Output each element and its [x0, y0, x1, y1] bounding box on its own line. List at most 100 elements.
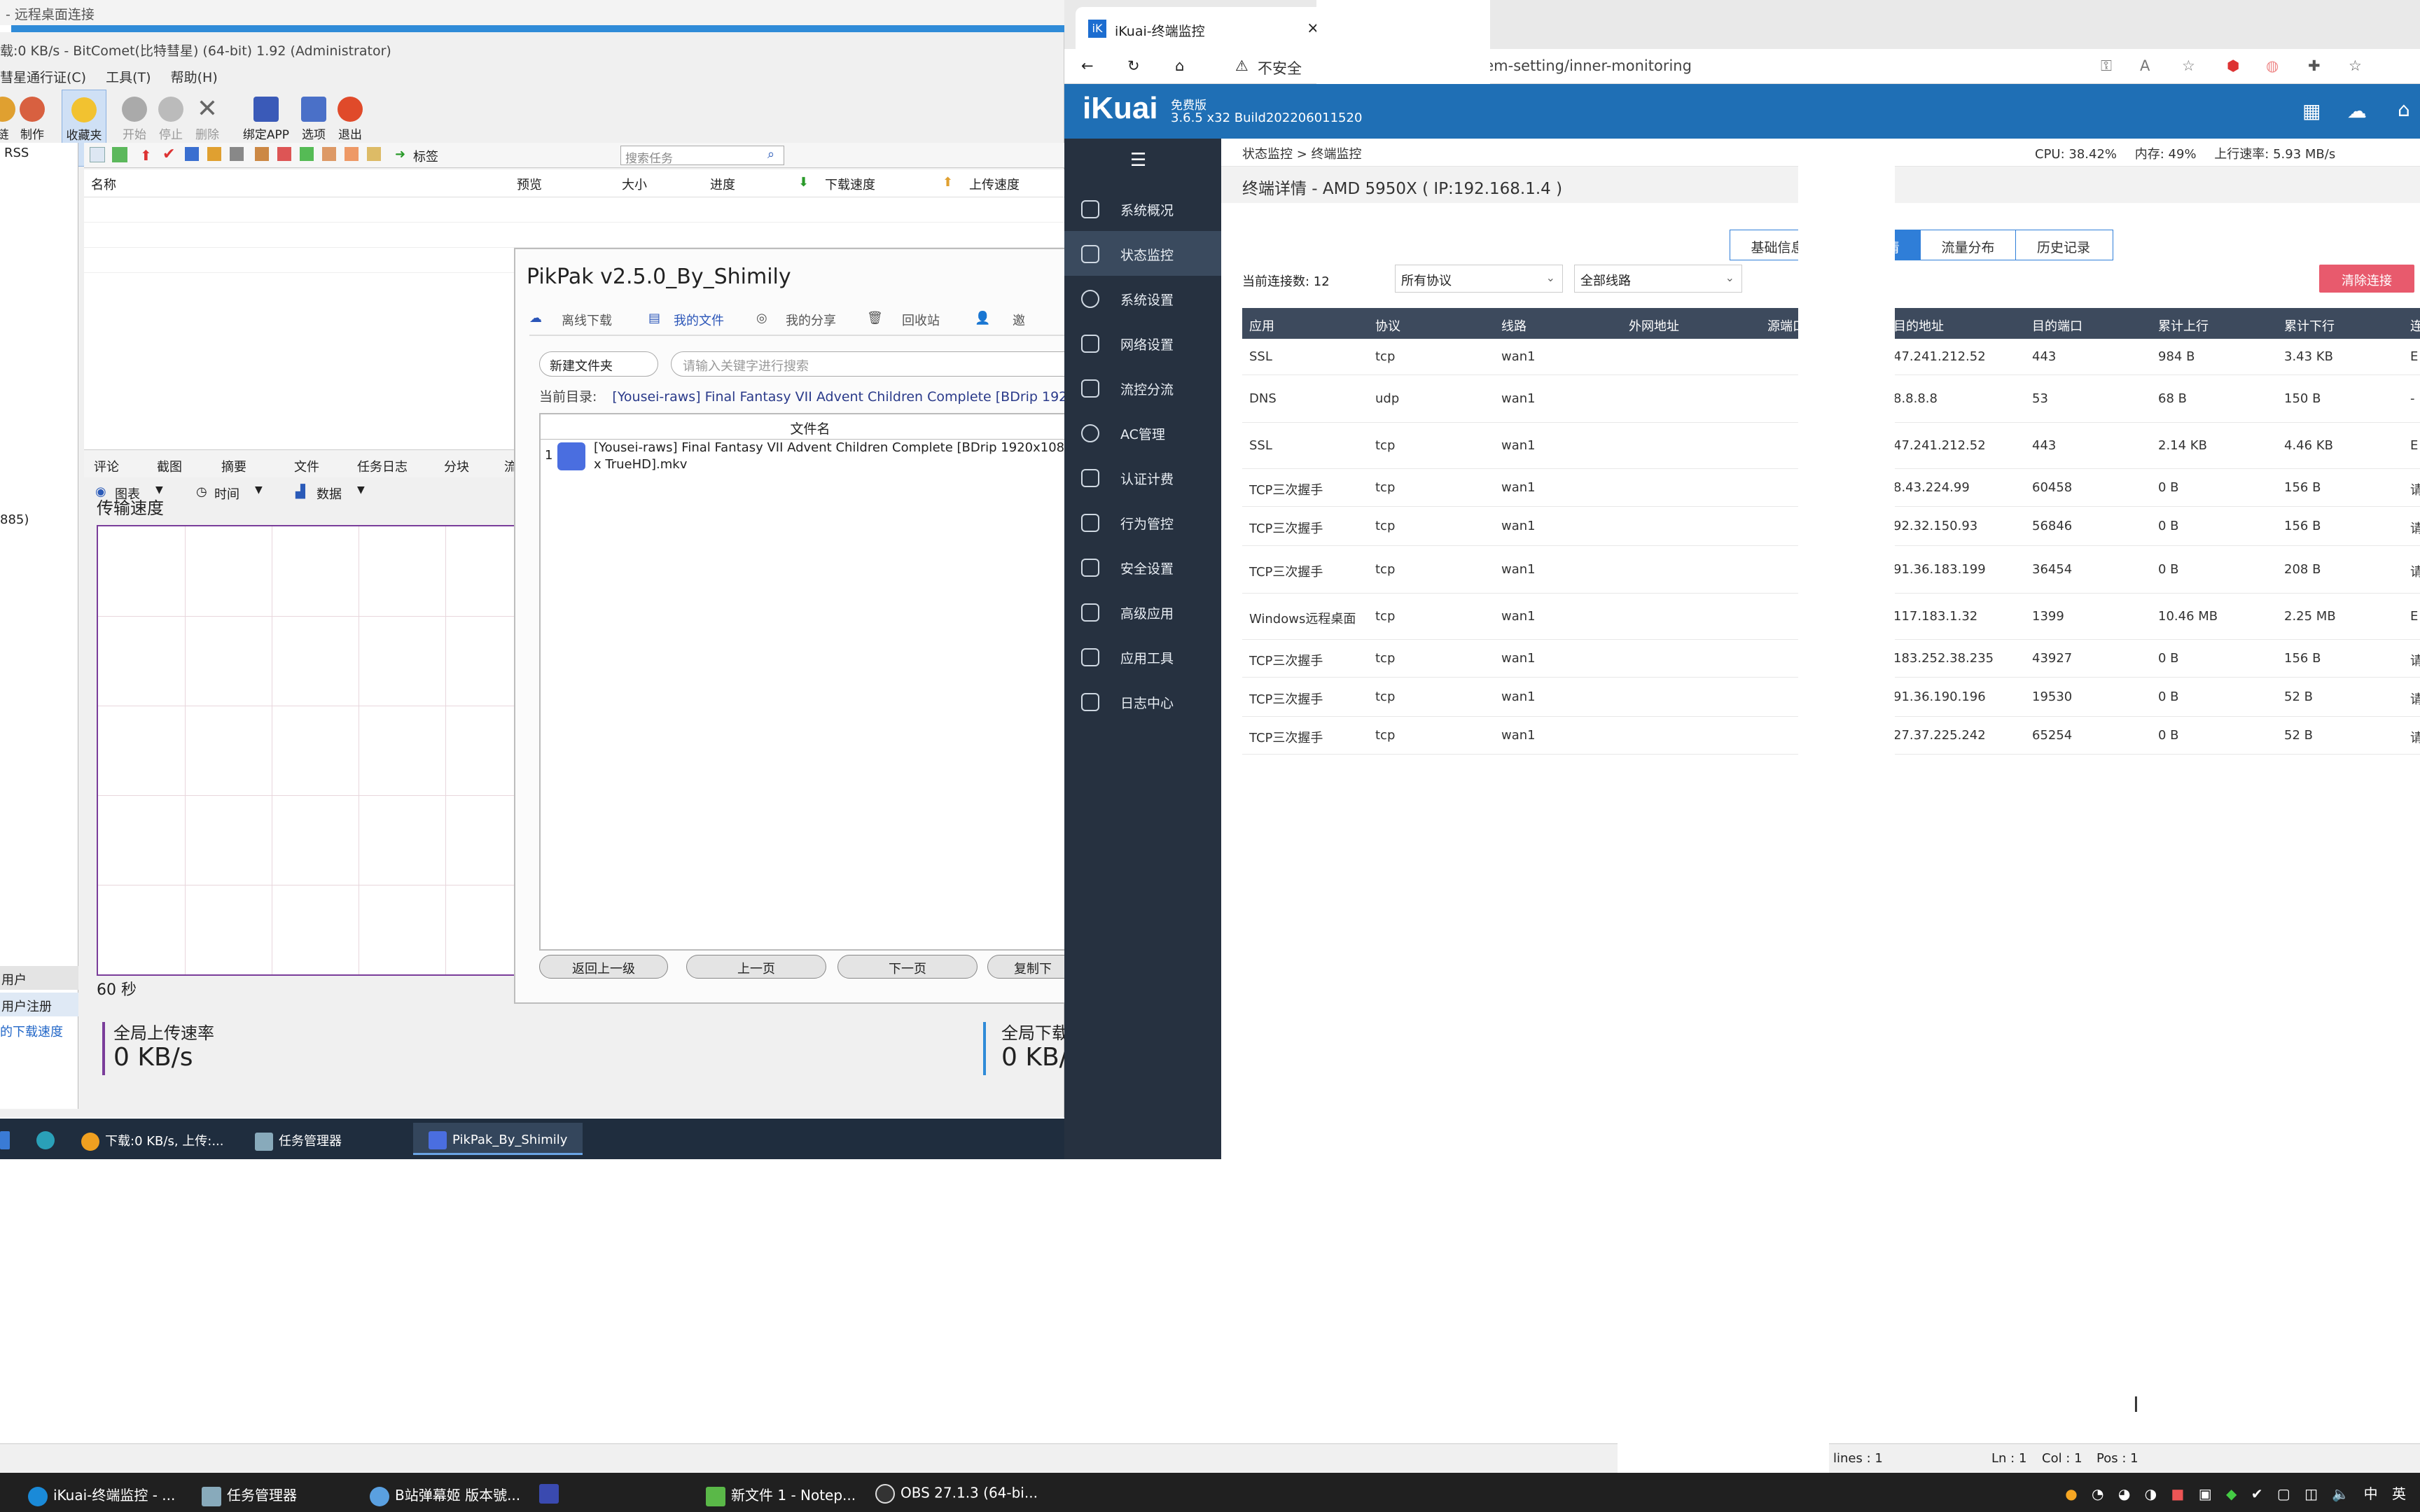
sidebar-item-advanced[interactable]: 高级应用: [1064, 589, 1221, 634]
up-arrow-icon[interactable]: ⬆: [140, 147, 152, 164]
pikpak-search-input[interactable]: 请输入关键字进行搜索: [671, 351, 1077, 377]
tag-label[interactable]: 标签: [413, 147, 438, 165]
sidebar-item-tools[interactable]: 应用工具: [1064, 634, 1221, 679]
edit-icon[interactable]: [322, 147, 336, 161]
tray-icon[interactable]: ◑: [2145, 1485, 2157, 1502]
taskbar-item-taskmgr[interactable]: 任务管理器: [202, 1477, 349, 1508]
protocol-select[interactable]: 所有协议 ⌄: [1395, 265, 1563, 293]
grid-icon[interactable]: ▦: [2302, 99, 2321, 122]
data-dropdown[interactable]: 数据: [317, 484, 342, 503]
next-page-button[interactable]: 下一页: [837, 955, 978, 979]
time-dropdown[interactable]: 时间: [214, 484, 239, 503]
taskbar-item-app[interactable]: [539, 1477, 567, 1508]
col-upload-speed[interactable]: 上传速度: [969, 175, 1020, 193]
tab-task-log[interactable]: 任务日志: [357, 457, 408, 475]
rdp-task-bitcomet[interactable]: 下载:0 KB/s, 上传:...: [81, 1123, 239, 1155]
sidebar-item-flow-control[interactable]: 流控分流: [1064, 365, 1221, 410]
menu-passport[interactable]: 彗星通行证(C): [0, 70, 86, 85]
sidebar-item-ac[interactable]: AC管理: [1064, 410, 1221, 455]
col-size[interactable]: 大小: [622, 175, 647, 193]
move-icon[interactable]: [185, 147, 199, 161]
rdp-task-pikpak[interactable]: PikPak_By_Shimily: [413, 1123, 583, 1155]
sidebar-item-network[interactable]: 网络设置: [1064, 321, 1221, 365]
network-icon[interactable]: ◫: [2304, 1485, 2318, 1502]
extension-icon[interactable]: ◍: [2266, 57, 2279, 74]
volume-icon[interactable]: 🔈: [2332, 1485, 2349, 1502]
col-preview[interactable]: 预览: [517, 175, 542, 193]
nav-my-files[interactable]: 我的文件: [674, 311, 724, 329]
taskbar-item-obs[interactable]: OBS 27.1.3 (64-bi...: [875, 1477, 1039, 1508]
sidebar-item-auth[interactable]: 认证计费: [1064, 455, 1221, 500]
nav-invite[interactable]: 邀: [1013, 311, 1025, 329]
chevron-down-icon[interactable]: ▼: [255, 484, 263, 496]
tray-icon[interactable]: ▢: [2277, 1485, 2290, 1502]
tab-traffic-distribution[interactable]: 流量分布: [1921, 230, 2016, 260]
tab-summary[interactable]: 摘要: [221, 457, 246, 475]
tray-app-icon[interactable]: ●: [2065, 1485, 2077, 1502]
nav-recycle-bin[interactable]: 回收站: [902, 311, 940, 329]
read-aloud-icon[interactable]: A: [2140, 57, 2150, 74]
col-progress[interactable]: 进度: [710, 175, 735, 193]
label-icon[interactable]: [367, 147, 381, 161]
rdp-task-taskmgr[interactable]: 任务管理器: [255, 1123, 402, 1155]
export-icon[interactable]: [300, 147, 314, 161]
nav-my-shares[interactable]: 我的分享: [786, 311, 836, 329]
tab-pieces[interactable]: 分块: [444, 457, 469, 475]
collections-icon[interactable]: ☆: [2349, 57, 2362, 74]
taskbar-item-notepad[interactable]: 新文件 1 - Notep...: [706, 1477, 877, 1508]
favorite-icon[interactable]: ☆: [2182, 57, 2195, 74]
prev-page-button[interactable]: 上一页: [686, 955, 826, 979]
insecure-label[interactable]: 不安全: [1258, 57, 1302, 78]
sidebar-item-system-settings[interactable]: 系统设置: [1064, 276, 1221, 321]
menu-help[interactable]: 帮助(H): [171, 70, 218, 85]
col-download-speed[interactable]: 下载速度: [825, 175, 875, 193]
sidebar-item-security[interactable]: 安全设置: [1064, 545, 1221, 589]
puzzle-icon[interactable]: ✚: [2308, 57, 2321, 74]
download-icon[interactable]: [112, 147, 127, 162]
file-name[interactable]: [Yousei-raws] Final Fantasy VII Advent C…: [594, 440, 1077, 473]
tag-edit-icon[interactable]: [345, 147, 359, 161]
rdp-edge[interactable]: [36, 1123, 67, 1155]
home-icon[interactable]: ⌂: [1175, 57, 1184, 74]
new-icon[interactable]: [90, 147, 105, 162]
refresh-icon[interactable]: [255, 147, 269, 161]
line-select[interactable]: 全部线路 ⌄: [1574, 265, 1742, 293]
sidebar-user-register[interactable]: 用户注册: [0, 993, 78, 1016]
url-text[interactable]: tem-setting/inner-monitoring: [1479, 57, 1692, 74]
menu-tools[interactable]: 工具(T): [106, 70, 151, 85]
nav-offline-download[interactable]: 离线下载: [562, 311, 612, 329]
tray-icon[interactable]: ◔: [2092, 1485, 2103, 1502]
breadcrumb[interactable]: 状态监控 > 终端监控: [1242, 144, 1362, 162]
reload-icon[interactable]: ↻: [1127, 57, 1140, 74]
ime-en[interactable]: 英: [2392, 1485, 2406, 1502]
tab-history[interactable]: 历史记录: [2016, 230, 2111, 260]
sidebar-rss[interactable]: RSS: [4, 146, 29, 160]
ime-cn[interactable]: 中: [2364, 1485, 2378, 1502]
tray-icon[interactable]: ◆: [2226, 1485, 2237, 1502]
new-folder-button[interactable]: 新建文件夹: [539, 351, 658, 377]
col-name[interactable]: 名称: [91, 175, 116, 193]
rdp-start[interactable]: [0, 1123, 14, 1155]
sort-icon[interactable]: [207, 147, 221, 161]
tray-icon[interactable]: ■: [2171, 1485, 2184, 1502]
sidebar-item-overview[interactable]: 系统概况: [1064, 186, 1221, 231]
taskbar-item-ikuai[interactable]: iKuai-终端监控 - ...: [28, 1477, 216, 1508]
check-icon[interactable]: ✔: [162, 146, 175, 163]
tab-files[interactable]: 文件: [294, 457, 319, 475]
tab-comments[interactable]: 评论: [94, 457, 119, 475]
menu-collapse-icon[interactable]: ☰: [1130, 150, 1151, 171]
home-icon[interactable]: ⌂: [2398, 98, 2410, 121]
back-button[interactable]: 返回上一级: [539, 955, 668, 979]
sidebar-item-monitor[interactable]: 状态监控: [1064, 231, 1221, 276]
key-icon[interactable]: ⚿: [2101, 57, 2112, 75]
sidebar-item-logs[interactable]: 日志中心: [1064, 679, 1221, 724]
adblock-icon[interactable]: ⬢: [2227, 57, 2239, 74]
filter-icon[interactable]: [230, 147, 244, 161]
tray-icon[interactable]: ▣: [2199, 1485, 2212, 1502]
sidebar-download-speed-link[interactable]: 的下载速度: [0, 1022, 63, 1040]
search-icon[interactable]: ⌕: [767, 147, 774, 162]
tool-icon[interactable]: [277, 147, 291, 161]
tab-screenshots[interactable]: 截图: [157, 457, 182, 475]
cloud-icon[interactable]: ☁: [2347, 99, 2367, 122]
tray-icon[interactable]: ◕: [2118, 1485, 2130, 1502]
